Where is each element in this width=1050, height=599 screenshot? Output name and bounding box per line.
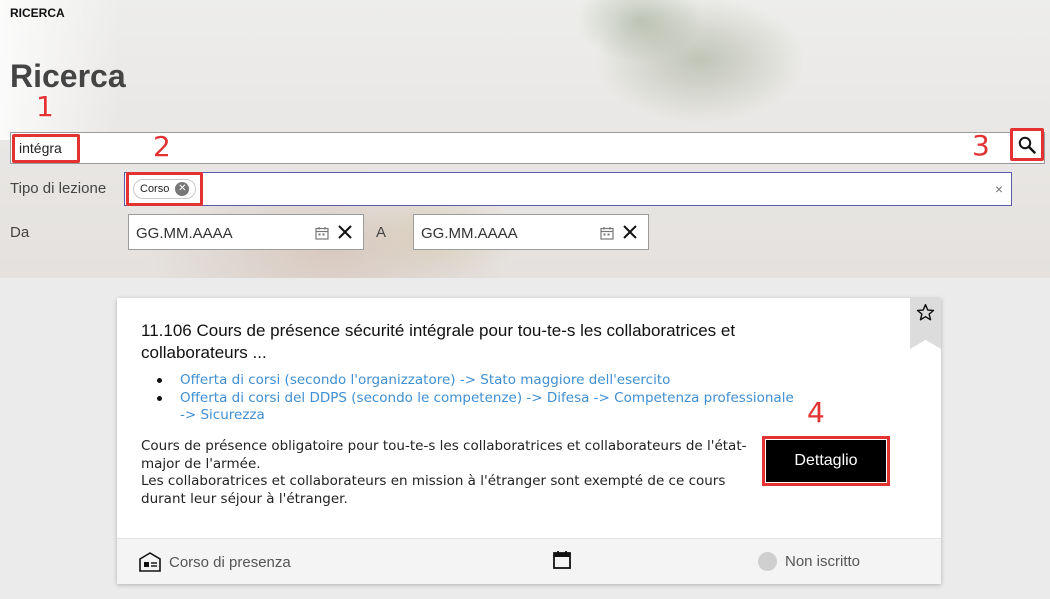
annotation-box-2 bbox=[126, 172, 203, 206]
annotation-number-1: 1 bbox=[36, 90, 54, 123]
date-to-input[interactable] bbox=[421, 224, 591, 242]
date-to-label: A bbox=[376, 224, 387, 241]
date-from-input[interactable] bbox=[136, 224, 306, 242]
description-line: Cours de présence obligatoire pour tou-t… bbox=[141, 438, 747, 472]
description-line: Les collaboratrices et collaborateurs en… bbox=[141, 473, 726, 507]
category-link[interactable]: Offerta di corsi (secondo l'organizzator… bbox=[157, 372, 797, 390]
clear-lesson-type-icon[interactable]: × bbox=[995, 181, 1003, 197]
result-card: 11.106 Cours de présence sécurité intégr… bbox=[117, 298, 941, 584]
lesson-type-label: Tipo di lezione bbox=[10, 180, 107, 197]
status-dot-icon bbox=[758, 552, 777, 571]
search-icon bbox=[1018, 136, 1036, 154]
annotation-box-1 bbox=[12, 134, 80, 163]
result-title[interactable]: 11.106 Cours de présence sécurité intégr… bbox=[141, 320, 761, 364]
course-format-label: Corso di presenza bbox=[169, 553, 291, 571]
date-from-field bbox=[128, 214, 364, 250]
app-title: RICERCA bbox=[10, 6, 65, 20]
page-title: Ricerca bbox=[10, 58, 126, 94]
date-to-field bbox=[413, 214, 649, 250]
course-format: Corso di presenza bbox=[139, 552, 291, 572]
star-icon bbox=[916, 303, 935, 321]
annotation-number-4: 4 bbox=[807, 396, 825, 429]
result-category-list: Offerta di corsi (secondo l'organizzator… bbox=[157, 372, 797, 425]
result-footer: Corso di presenza Non iscritto bbox=[117, 538, 941, 584]
date-from-label: Da bbox=[10, 224, 30, 241]
calendar-icon[interactable] bbox=[600, 226, 614, 240]
annotation-number-2: 2 bbox=[153, 130, 171, 163]
course-date[interactable] bbox=[553, 550, 571, 569]
lesson-type-field[interactable]: Corso ✕ × bbox=[124, 172, 1012, 206]
detail-button[interactable]: Dettaglio bbox=[762, 436, 890, 486]
calendar-icon bbox=[553, 551, 571, 569]
clear-date-to-icon[interactable] bbox=[622, 224, 638, 240]
favorite-button[interactable] bbox=[910, 298, 941, 349]
category-link[interactable]: Offerta di corsi del DDPS (secondo le co… bbox=[157, 390, 797, 425]
presence-course-icon bbox=[139, 552, 161, 572]
enrollment-status-label: Non iscritto bbox=[785, 553, 861, 570]
annotation-number-3: 3 bbox=[972, 129, 990, 162]
enrollment-status: Non iscritto bbox=[758, 552, 860, 571]
result-description: Cours de présence obligatoire pour tou-t… bbox=[141, 438, 771, 508]
clear-date-from-icon[interactable] bbox=[337, 224, 353, 240]
search-hero: RICERCA Ricerca Tipo di lezione Corso ✕ … bbox=[0, 0, 1050, 278]
search-button[interactable] bbox=[1010, 128, 1044, 161]
calendar-icon[interactable] bbox=[315, 226, 329, 240]
